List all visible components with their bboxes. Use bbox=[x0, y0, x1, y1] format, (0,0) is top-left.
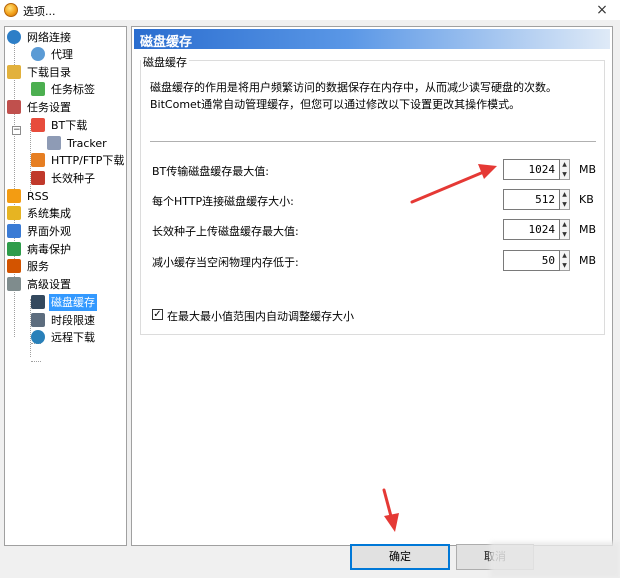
tree-item-task-tags[interactable]: 任务标签 bbox=[31, 81, 97, 98]
long-seed-cache-max-unit: MB bbox=[579, 223, 597, 236]
ok-button[interactable]: 确定 bbox=[350, 544, 450, 570]
spin-down-icon[interactable]: ▼ bbox=[561, 200, 568, 209]
tag-icon bbox=[31, 82, 45, 96]
tree-item-remote-download[interactable]: 远程下载 bbox=[31, 329, 97, 346]
disk-cache-icon bbox=[31, 295, 45, 309]
speed-limit-icon bbox=[31, 313, 45, 327]
http-cache-size-spinner[interactable]: ▲ ▼ bbox=[560, 189, 570, 210]
bt-cache-max-unit: MB bbox=[579, 163, 597, 176]
title-bar: 选项... × bbox=[0, 0, 620, 20]
tree-item-label: 磁盘缓存 bbox=[49, 294, 97, 311]
reduce-cache-threshold-label: 减小缓存当空闲物理内存低于: bbox=[152, 256, 299, 269]
folder-open-icon bbox=[7, 65, 21, 79]
close-icon[interactable]: × bbox=[592, 0, 612, 20]
long-seed-icon bbox=[31, 171, 45, 185]
tree-item-label: 代理 bbox=[51, 48, 73, 61]
spin-down-icon[interactable]: ▼ bbox=[561, 170, 568, 179]
bt-download-icon bbox=[31, 118, 45, 132]
bt-cache-max-label: BT传输磁盘缓存最大值: bbox=[152, 165, 269, 178]
auto-adjust-cache-checkbox[interactable]: ✓ bbox=[152, 309, 163, 320]
tree-item-label: 高级设置 bbox=[27, 278, 71, 291]
tree-item-label: 网络连接 bbox=[27, 31, 71, 44]
bt-cache-max-input[interactable]: 1024 bbox=[503, 159, 560, 180]
system-integration-icon bbox=[7, 206, 21, 220]
app-icon bbox=[4, 3, 18, 17]
separator bbox=[150, 141, 596, 142]
tree-item-label: 服务 bbox=[27, 260, 49, 273]
group-title: 磁盘缓存 bbox=[141, 54, 189, 70]
tree-item-proxy[interactable]: 代理 bbox=[31, 46, 75, 63]
tree-item-download-dir[interactable]: 下载目录 bbox=[7, 64, 73, 81]
description-text: 磁盘缓存的作用是将用户频繁访问的数据保存在内存中，从而减少读写硬盘的次数。Bit… bbox=[150, 81, 557, 111]
tree-item-network[interactable]: 网络连接 bbox=[7, 29, 73, 46]
long-seed-cache-max-label: 长效种子上传磁盘缓存最大值: bbox=[152, 225, 299, 238]
tree-item-task-settings[interactable]: 任务设置 bbox=[7, 99, 73, 116]
http-cache-size-unit: KB bbox=[579, 193, 594, 206]
panel-header: 磁盘缓存 bbox=[134, 29, 610, 50]
tree-item-advanced[interactable]: 高级设置 bbox=[7, 276, 73, 293]
spin-up-icon[interactable]: ▲ bbox=[561, 220, 568, 229]
tree-item-virus-protection[interactable]: 病毒保护 bbox=[7, 241, 73, 258]
http-cache-size-label: 每个HTTP连接磁盘缓存大小: bbox=[152, 195, 294, 208]
service-people-icon bbox=[7, 259, 21, 273]
long-seed-cache-max-input[interactable]: 1024 bbox=[503, 219, 560, 240]
appearance-icon bbox=[7, 224, 21, 238]
reduce-cache-threshold-unit: MB bbox=[579, 254, 597, 267]
tree-item-rss[interactable]: RSS bbox=[7, 188, 51, 205]
spin-down-icon[interactable]: ▼ bbox=[561, 261, 568, 270]
tree-item-label: RSS bbox=[27, 190, 49, 203]
tree-line bbox=[31, 361, 41, 362]
proxy-globe-icon bbox=[31, 47, 45, 61]
panel-title: 磁盘缓存 bbox=[140, 35, 193, 50]
tree-item-system-integration[interactable]: 系统集成 bbox=[7, 205, 73, 222]
auto-adjust-cache-label: 在最大最小值范围内自动调整缓存大小 bbox=[167, 310, 354, 323]
long-seed-cache-max-spinner[interactable]: ▲ ▼ bbox=[560, 219, 570, 240]
tree-item-disk-cache[interactable]: 磁盘缓存 bbox=[31, 294, 97, 311]
tree-item-appearance[interactable]: 界面外观 bbox=[7, 223, 73, 240]
rss-icon bbox=[7, 189, 21, 203]
tree-item-speed-limit[interactable]: 时段限速 bbox=[31, 312, 97, 329]
tree-item-label: 任务标签 bbox=[51, 83, 95, 96]
tree-item-bt-download[interactable]: BT下载 bbox=[31, 117, 89, 134]
tree-item-service[interactable]: 服务 bbox=[7, 258, 51, 275]
tree-item-label: 下载目录 bbox=[27, 66, 71, 79]
settings-panel: 磁盘缓存 磁盘缓存 磁盘缓存的作用是将用户频繁访问的数据保存在内存中，从而减少读… bbox=[131, 26, 613, 546]
options-window: − 网络连接 代理 下载目录 任务标签 任务设置 BT下载 Tracker HT… bbox=[0, 20, 620, 578]
tree-item-label: Tracker bbox=[67, 137, 107, 150]
tree-item-label: 系统集成 bbox=[27, 207, 71, 220]
tree-item-label: 任务设置 bbox=[27, 101, 71, 114]
spin-down-icon[interactable]: ▼ bbox=[561, 230, 568, 239]
collapse-icon[interactable]: − bbox=[12, 126, 21, 135]
tree-item-label: HTTP/FTP下载 bbox=[51, 154, 125, 167]
tree-item-label: BT下载 bbox=[51, 119, 88, 132]
tracker-cube-icon bbox=[47, 136, 61, 150]
tree-item-tracker[interactable]: Tracker bbox=[47, 135, 109, 152]
http-cache-size-input[interactable]: 512 bbox=[503, 189, 560, 210]
bt-cache-max-spinner[interactable]: ▲ ▼ bbox=[560, 159, 570, 180]
http-ftp-icon bbox=[31, 153, 45, 167]
spin-up-icon[interactable]: ▲ bbox=[561, 251, 568, 260]
advanced-settings-icon bbox=[7, 277, 21, 291]
tree-item-label: 长效种子 bbox=[51, 172, 95, 185]
tree-item-label: 病毒保护 bbox=[27, 243, 71, 256]
tree-item-long-seed[interactable]: 长效种子 bbox=[31, 170, 97, 187]
spin-up-icon[interactable]: ▲ bbox=[561, 160, 568, 169]
task-settings-icon bbox=[7, 100, 21, 114]
tree-item-label: 界面外观 bbox=[27, 225, 71, 238]
tree-item-label: 时段限速 bbox=[51, 314, 95, 327]
window-title: 选项... bbox=[23, 5, 56, 18]
virus-shield-icon bbox=[7, 242, 21, 256]
tree-item-label: 远程下载 bbox=[51, 331, 95, 344]
options-tree[interactable]: − 网络连接 代理 下载目录 任务标签 任务设置 BT下载 Tracker HT… bbox=[4, 26, 127, 546]
spin-up-icon[interactable]: ▲ bbox=[561, 190, 568, 199]
remote-download-icon bbox=[31, 330, 45, 344]
globe-network-icon bbox=[7, 30, 21, 44]
reduce-cache-threshold-input[interactable]: 50 bbox=[503, 250, 560, 271]
reduce-cache-threshold-spinner[interactable]: ▲ ▼ bbox=[560, 250, 570, 271]
watermark-blur bbox=[490, 542, 620, 578]
tree-item-http-ftp[interactable]: HTTP/FTP下载 bbox=[31, 152, 126, 169]
